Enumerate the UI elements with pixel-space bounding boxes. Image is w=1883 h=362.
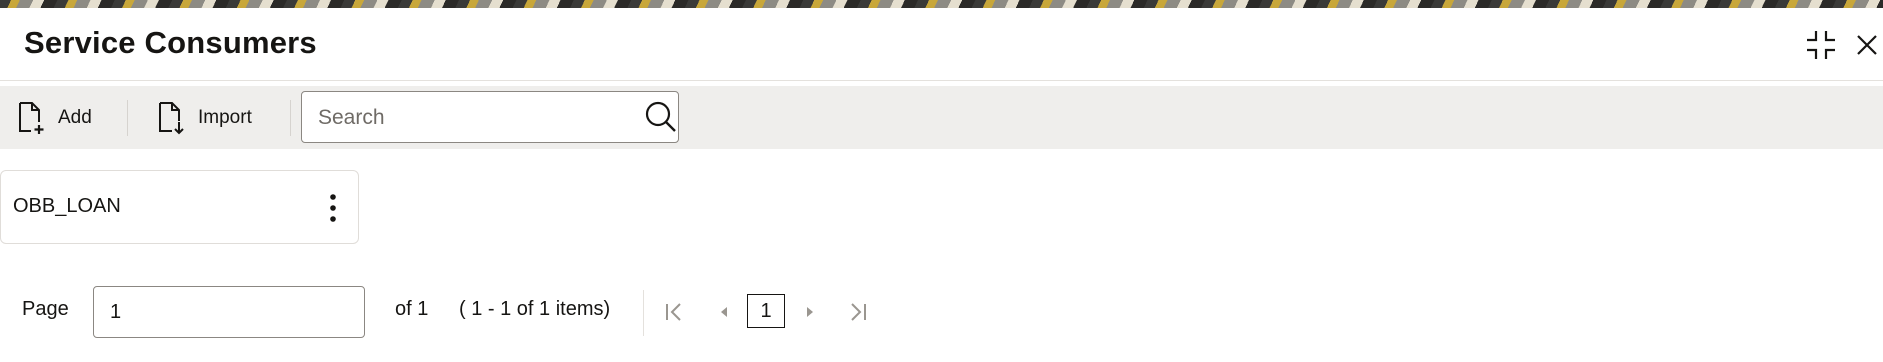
import-label: Import [198,106,252,128]
search-box [301,91,679,143]
kebab-menu-icon[interactable] [321,191,345,225]
add-button[interactable]: Add [16,86,92,149]
toolbar: Add Import [0,86,1883,149]
document-add-icon [19,101,44,134]
page-label: Page [22,298,69,320]
pagination-divider [643,290,644,336]
header-divider [0,80,1883,81]
page-count: of 1 [395,298,429,320]
toolbar-divider [290,100,291,136]
service-consumer-card[interactable]: OBB_LOAN [0,170,359,244]
page-input[interactable] [93,286,365,338]
header-banner [0,0,1883,8]
last-page-icon[interactable] [844,298,872,326]
toolbar-divider [127,100,128,136]
first-page-icon[interactable] [660,298,688,326]
document-import-icon [159,101,184,134]
page-title: Service Consumers [24,25,317,60]
search-input[interactable] [316,100,620,136]
add-label: Add [58,106,92,128]
import-button[interactable]: Import [156,86,252,149]
card-title: OBB_LOAN [13,195,121,217]
items-range: ( 1 - 1 of 1 items) [459,298,611,320]
next-page-icon[interactable] [796,298,824,326]
current-page-button[interactable]: 1 [747,294,785,328]
previous-page-icon[interactable] [710,298,738,326]
close-icon[interactable] [1850,28,1883,62]
search-icon[interactable] [644,100,678,134]
compress-icon[interactable] [1804,28,1838,62]
